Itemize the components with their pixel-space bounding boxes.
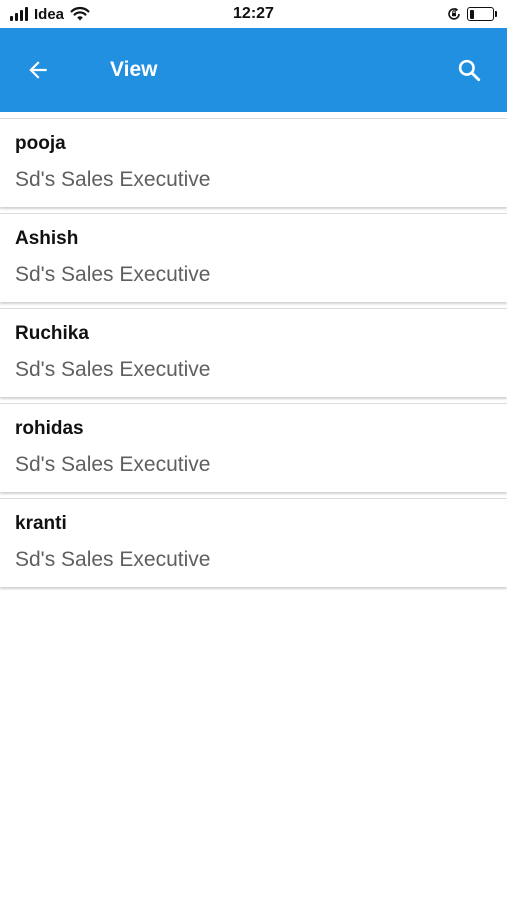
item-name: Ruchika [15,323,89,344]
search-icon [458,59,481,82]
status-bar: Idea 12:27 [0,0,507,28]
item-role: Sd's Sales Executive [15,358,211,381]
item-name: rohidas [15,418,84,439]
back-button[interactable] [22,54,54,86]
search-button[interactable] [453,54,485,86]
arrow-left-icon [29,61,47,79]
status-right [447,5,497,23]
item-role: Sd's Sales Executive [15,548,211,571]
app-bar: View [0,28,507,112]
list-item[interactable]: Ashish Sd's Sales Executive [0,213,507,302]
item-role: Sd's Sales Executive [15,453,211,476]
battery-icon [467,7,497,21]
item-name: pooja [15,133,66,154]
rotation-lock-icon [448,7,460,20]
list-item[interactable]: pooja Sd's Sales Executive [0,118,507,207]
list-item[interactable]: Ruchika Sd's Sales Executive [0,308,507,397]
item-name: Ashish [15,228,79,249]
item-role: Sd's Sales Executive [15,263,211,286]
list-item[interactable]: kranti Sd's Sales Executive [0,498,507,587]
list-item[interactable]: rohidas Sd's Sales Executive [0,403,507,492]
item-name: kranti [15,513,67,534]
page-title: View [110,58,158,81]
contact-list: pooja Sd's Sales Executive Ashish Sd's S… [0,112,507,592]
status-time: 12:27 [233,5,274,22]
item-role: Sd's Sales Executive [15,168,211,191]
